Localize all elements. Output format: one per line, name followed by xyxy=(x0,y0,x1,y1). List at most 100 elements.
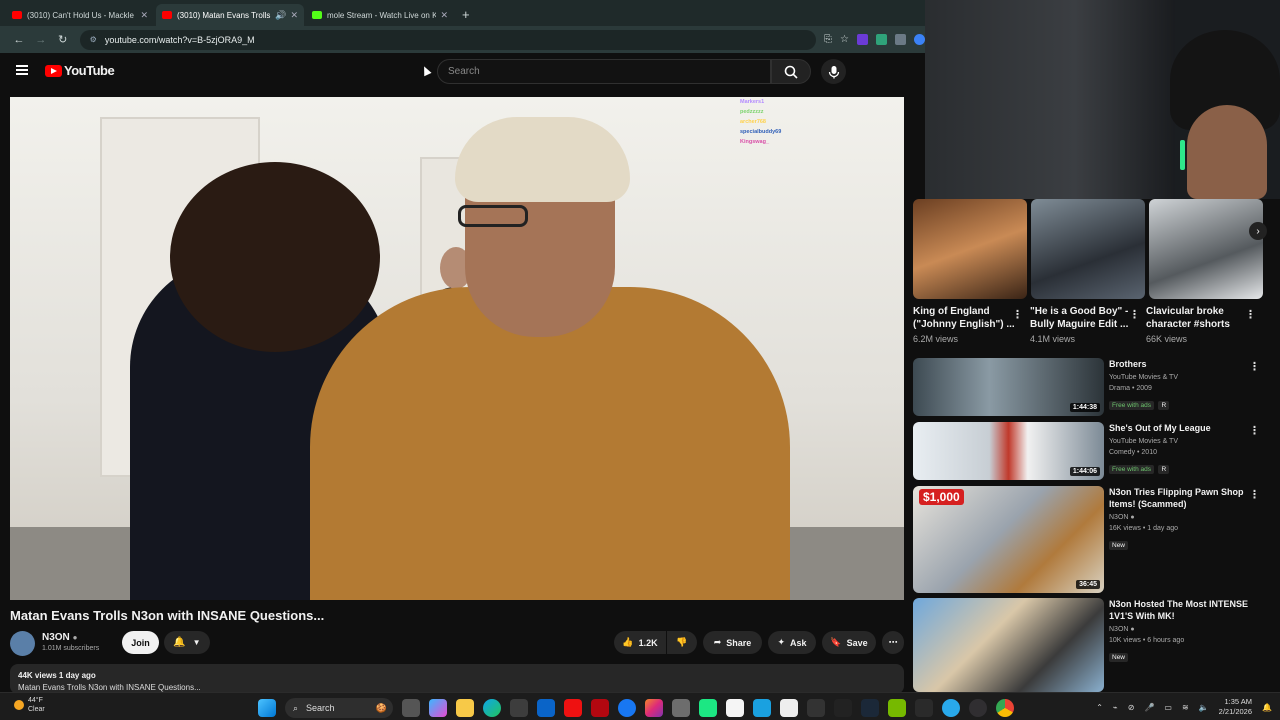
google-app-icon[interactable] xyxy=(807,699,825,717)
shorts-next-button[interactable]: › xyxy=(1249,222,1267,240)
reload-icon[interactable]: ↻ xyxy=(52,33,74,46)
forward-icon[interactable]: → xyxy=(30,34,52,46)
site-info-icon[interactable]: ⚙ xyxy=(90,35,97,44)
obs-icon[interactable] xyxy=(969,699,987,717)
youtube-header: YouTube Search xyxy=(0,53,925,91)
short-thumbnail[interactable] xyxy=(1149,199,1263,299)
join-button[interactable]: Join xyxy=(122,631,159,654)
outlook-icon[interactable] xyxy=(537,699,555,717)
install-app-icon[interactable]: ⎘ xyxy=(824,34,832,45)
channel-name[interactable]: N3ON ● xyxy=(42,632,77,643)
more-vertical-icon[interactable]: ⋮ xyxy=(1012,308,1023,321)
notification-bell-icon[interactable]: 🔔 xyxy=(1262,703,1272,712)
date: 2/21/2026 xyxy=(1218,707,1253,716)
more-vertical-icon[interactable]: ⋮ xyxy=(1249,424,1260,437)
clock[interactable]: 1:35 AM 2/21/2026 xyxy=(1219,697,1252,717)
more-vertical-icon[interactable]: ⋮ xyxy=(1129,308,1140,321)
video-thumbnail[interactable]: $1,000 36:45 xyxy=(913,486,1104,593)
speaker-icon[interactable]: 🔊 xyxy=(275,10,286,21)
display-icon[interactable]: ▭ xyxy=(1164,703,1172,712)
wifi-icon[interactable]: ≋ xyxy=(1182,703,1189,712)
short-thumbnail[interactable] xyxy=(913,199,1027,299)
search-button[interactable] xyxy=(771,59,811,84)
windows-start-icon[interactable] xyxy=(258,699,276,717)
network-icon[interactable]: ⌁ xyxy=(1113,703,1118,712)
video-thumbnail[interactable] xyxy=(913,598,1104,692)
snipping-icon[interactable] xyxy=(753,699,771,717)
browser-tab-3[interactable]: mole Stream - Watch Live on Ki ✕ xyxy=(306,4,454,26)
recommendation-channel: YouTube Movies & TV xyxy=(1109,438,1179,445)
more-vertical-icon[interactable]: ⋮ xyxy=(1249,488,1260,501)
dislike-button[interactable]: 👎 xyxy=(667,631,697,654)
close-tab-icon[interactable]: ✕ xyxy=(290,10,298,21)
nvidia-icon[interactable] xyxy=(888,699,906,717)
more-vertical-icon[interactable]: ⋮ xyxy=(1245,308,1256,321)
short-title[interactable]: "He is a Good Boy" - Bully Maguire Edit … xyxy=(1030,305,1140,331)
short-title[interactable]: King of England ("Johnny English") ... xyxy=(913,305,1023,331)
recommendation-item[interactable]: 1:44:06 She's Out of My League YouTube M… xyxy=(913,422,1280,480)
volume-icon[interactable]: 🔈 xyxy=(1199,703,1209,712)
channel-avatar[interactable] xyxy=(10,631,35,656)
search-input[interactable]: Search xyxy=(437,59,771,84)
telegram-icon[interactable] xyxy=(942,699,960,717)
description-box[interactable]: 44K views 1 day ago Matan Evans Trolls N… xyxy=(10,664,904,694)
video-thumbnail[interactable]: 1:44:38 xyxy=(913,358,1104,416)
more-vertical-icon[interactable]: ⋮ xyxy=(1249,360,1260,373)
voice-search-button[interactable] xyxy=(821,59,846,84)
save-button[interactable]: 🔖 Save xyxy=(822,631,876,654)
wifi-off-icon[interactable]: ⊘ xyxy=(1128,703,1135,712)
short-title[interactable]: Clavicular broke character #shorts xyxy=(1146,305,1256,331)
browser-tab-2[interactable]: (3010) Matan Evans Trolls N 🔊 ✕ xyxy=(156,4,304,26)
youtube-logo[interactable]: YouTube xyxy=(45,63,115,78)
facebook-icon[interactable] xyxy=(618,699,636,717)
back-icon[interactable]: ← xyxy=(8,34,30,46)
bookmark-star-icon[interactable]: ☆ xyxy=(840,34,849,45)
share-button[interactable]: ➦ Share xyxy=(703,631,762,654)
extension-k-icon[interactable] xyxy=(857,34,868,45)
calculator-icon[interactable] xyxy=(672,699,690,717)
recommendation-channel: N3ON ● xyxy=(1109,624,1259,635)
weather-widget[interactable]: 44°F Clear xyxy=(14,696,45,714)
chrome-icon[interactable] xyxy=(996,699,1014,717)
shorts-shelf xyxy=(913,199,1268,299)
epic-games-icon[interactable] xyxy=(915,699,933,717)
instagram-icon[interactable] xyxy=(645,699,663,717)
chevron-up-icon[interactable]: ⌃ xyxy=(1096,703,1103,712)
extension-gray-icon[interactable] xyxy=(895,34,906,45)
menu-icon[interactable] xyxy=(16,65,28,75)
capcut-icon[interactable] xyxy=(834,699,852,717)
mic-icon[interactable]: 🎤 xyxy=(1144,703,1154,712)
channel-name-text: N3ON xyxy=(42,632,70,643)
amazon-icon[interactable] xyxy=(726,699,744,717)
close-tab-icon[interactable]: ✕ xyxy=(440,10,448,21)
video-player[interactable]: Markers1 pedzzzzz archer768 specialbuddy… xyxy=(10,97,904,600)
roblox-icon[interactable] xyxy=(780,699,798,717)
browser-tab-1[interactable]: (3010) Can't Hold Us - Mackle ✕ xyxy=(6,4,154,26)
ask-button[interactable]: ✦ Ask xyxy=(768,631,816,654)
recommendation-item[interactable]: $1,000 36:45 N3on Tries Flipping Pawn Sh… xyxy=(913,486,1280,593)
extension-green-icon[interactable] xyxy=(876,34,887,45)
extension-blue-icon[interactable] xyxy=(914,34,925,45)
like-button[interactable]: 👍 1.2K xyxy=(614,631,666,654)
store-icon[interactable] xyxy=(510,699,528,717)
edge-icon[interactable] xyxy=(483,699,501,717)
copilot-icon[interactable] xyxy=(429,699,447,717)
new-tab-button[interactable]: + xyxy=(456,7,476,26)
short-thumbnail[interactable] xyxy=(1031,199,1145,299)
hulu-icon[interactable] xyxy=(699,699,717,717)
more-actions-button[interactable]: ⋯ xyxy=(882,631,904,654)
netflix-icon[interactable] xyxy=(591,699,609,717)
recommendation-info: N3on Tries Flipping Pawn Shop Items! (Sc… xyxy=(1109,486,1259,552)
url-field[interactable]: ⚙ youtube.com/watch?v=B-5zjORA9_M xyxy=(79,29,817,50)
search-icon: ⌕ xyxy=(293,702,299,713)
file-explorer-icon[interactable] xyxy=(456,699,474,717)
notifications-button[interactable]: 🔔 ▼ xyxy=(164,631,210,654)
close-tab-icon[interactable]: ✕ xyxy=(140,10,148,21)
video-thumbnail[interactable]: 1:44:06 xyxy=(913,422,1104,480)
youtube-app-icon[interactable] xyxy=(564,699,582,717)
taskbar-search[interactable]: ⌕ Search 🍪 xyxy=(285,698,393,718)
recommendation-item[interactable]: 1:44:38 Brothers YouTube Movies & TV Dra… xyxy=(913,358,1280,416)
task-view-icon[interactable] xyxy=(402,699,420,717)
steam-icon[interactable] xyxy=(861,699,879,717)
recommendation-item[interactable]: N3on Hosted The Most INTENSE 1V1'S With … xyxy=(913,598,1280,692)
